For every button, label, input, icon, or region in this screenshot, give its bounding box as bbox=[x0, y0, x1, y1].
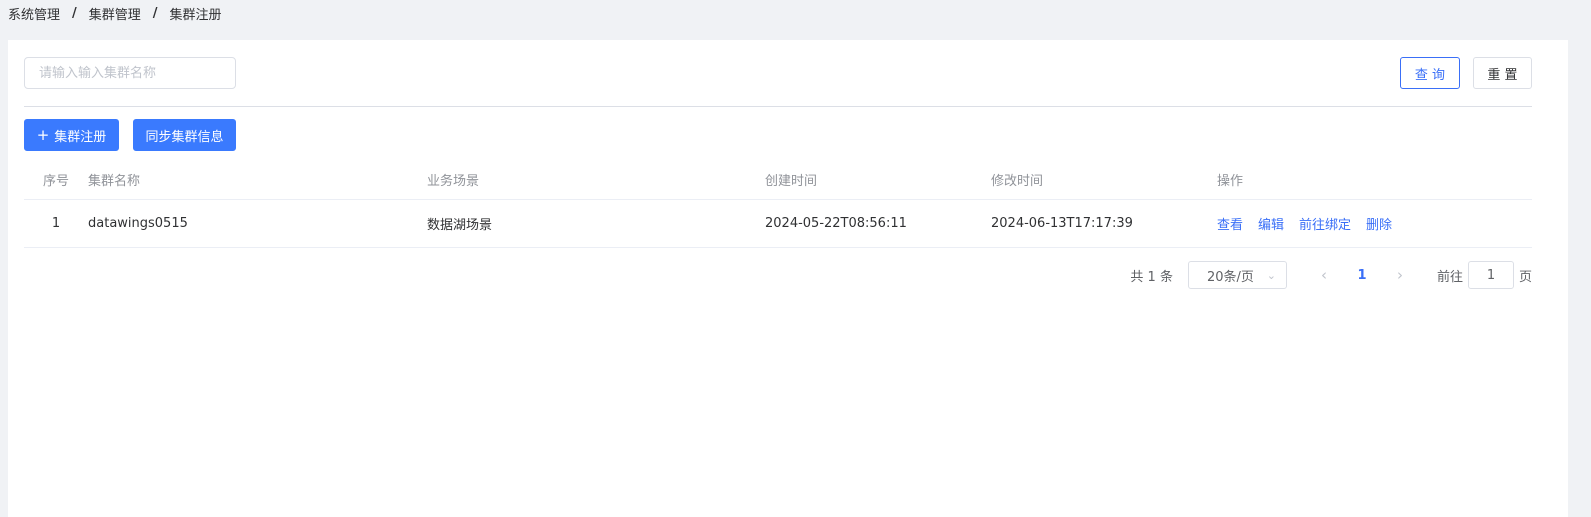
cell-created-time: 2024-05-22T08:56:11 bbox=[765, 216, 907, 231]
query-button[interactable]: 查 询 bbox=[1400, 57, 1460, 89]
view-link[interactable]: 查看 bbox=[1217, 214, 1243, 233]
goto-suffix: 页 bbox=[1518, 269, 1532, 285]
page-size-value: 20条/页 bbox=[1206, 269, 1254, 285]
header-operations: 操作 bbox=[1217, 174, 1244, 189]
delete-link[interactable]: 删除 bbox=[1366, 214, 1392, 233]
reset-button[interactable]: 重 置 bbox=[1473, 57, 1532, 89]
cell-operations: 查看 编辑 前往绑定 删除 bbox=[1217, 214, 1532, 233]
breadcrumb-item-register: 集群注册 bbox=[169, 7, 222, 23]
goto-prefix: 前往 bbox=[1436, 269, 1463, 285]
table-row: 1 datawings0515 数据湖场景 2024-05-22T08:56:1… bbox=[24, 200, 1532, 248]
table-header: 序号 集群名称 业务场景 创建时间 修改时间 操作 bbox=[24, 160, 1532, 200]
goto-page: 前往 页 bbox=[1437, 261, 1532, 289]
breadcrumb-separator: / bbox=[72, 5, 77, 21]
goto-page-input[interactable] bbox=[1467, 261, 1514, 289]
cell-index: 1 bbox=[51, 216, 61, 231]
header-business-scene: 业务场景 bbox=[427, 174, 480, 189]
cell-cluster-name: datawings0515 bbox=[88, 216, 188, 231]
header-created-time: 创建时间 bbox=[765, 174, 818, 189]
breadcrumb: 系统管理 / 集群管理 / 集群注册 bbox=[8, 4, 222, 23]
sync-cluster-info-button[interactable]: 同步集群信息 bbox=[133, 119, 236, 151]
cluster-name-search-input[interactable] bbox=[24, 57, 236, 89]
go-bind-link[interactable]: 前往绑定 bbox=[1299, 214, 1351, 233]
header-index: 序号 bbox=[42, 174, 69, 189]
breadcrumb-separator: / bbox=[152, 5, 158, 21]
plus-icon: + bbox=[36, 125, 50, 144]
header-modified-time: 修改时间 bbox=[991, 174, 1044, 189]
cluster-table: 序号 集群名称 业务场景 创建时间 修改时间 操作 1 datawings051… bbox=[24, 160, 1532, 248]
cluster-register-button[interactable]: + 集群注册 bbox=[24, 119, 119, 151]
cell-modified-time: 2024-06-13T17:17:39 bbox=[991, 216, 1133, 231]
divider bbox=[24, 106, 1532, 107]
prev-page-icon[interactable]: ‹ bbox=[1309, 266, 1339, 284]
header-cluster-name: 集群名称 bbox=[88, 174, 141, 189]
cell-business-scene: 数据湖场景 bbox=[427, 218, 493, 233]
breadcrumb-item-system[interactable]: 系统管理 bbox=[8, 4, 60, 23]
chevron-down-icon: ⌄ bbox=[1266, 268, 1276, 282]
page-size-select[interactable]: 20条/页 ⌄ bbox=[1187, 261, 1287, 289]
page-number-current[interactable]: 1 bbox=[1339, 268, 1385, 283]
cluster-register-label: 集群注册 bbox=[54, 129, 107, 145]
pagination: 共 1 条 20条/页 ⌄ ‹ 1 › 前往 页 bbox=[8, 261, 1532, 289]
breadcrumb-item-cluster[interactable]: 集群管理 bbox=[89, 4, 141, 23]
pagination-total: 共 1 条 bbox=[1130, 269, 1173, 285]
next-page-icon[interactable]: › bbox=[1385, 266, 1415, 284]
edit-link[interactable]: 编辑 bbox=[1258, 214, 1284, 233]
content-card: 查 询 重 置 + 集群注册 同步集群信息 序号 集群名称 业务场景 创建时间 … bbox=[8, 40, 1568, 517]
